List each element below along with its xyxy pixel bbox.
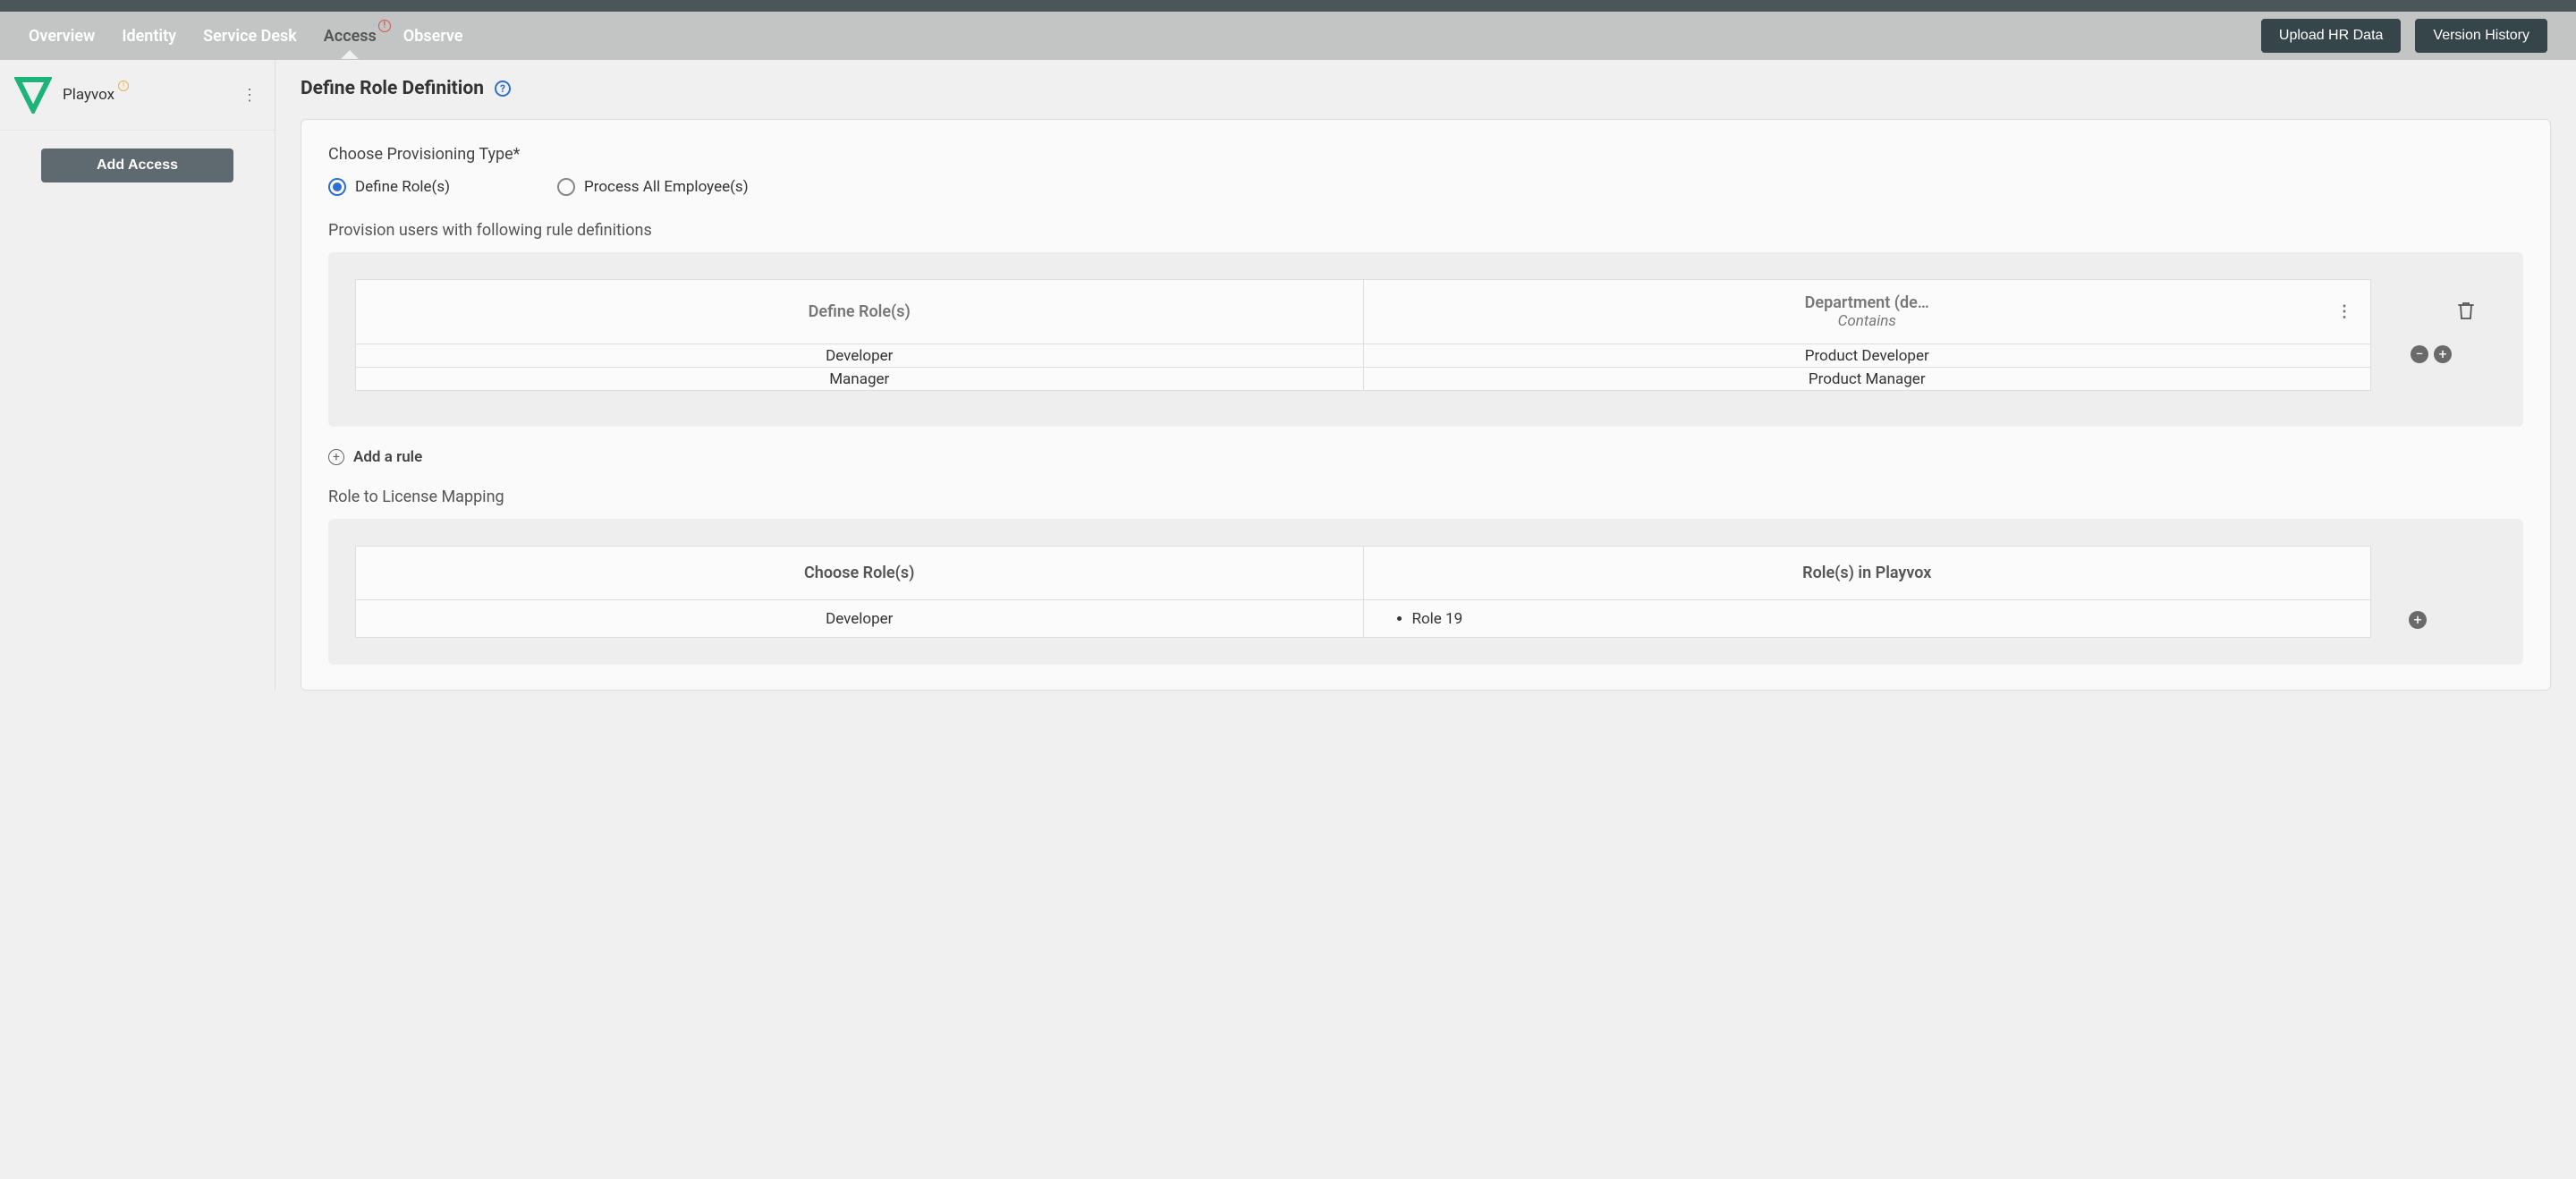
map-choose-cell[interactable]: Developer [356,600,1364,638]
rule-col-department: Department (de… Contains ⋮ [1363,280,2371,344]
mapping-table: Choose Role(s) Role(s) in Playvox Develo… [355,546,2371,638]
main-content: Define Role Definition ? Choose Provisio… [275,60,2576,691]
rules-subheading: Provision users with following rule defi… [328,221,2523,240]
add-access-button[interactable]: Add Access [41,148,233,182]
add-mapping-row-button[interactable]: + [2409,611,2427,629]
radio-define-roles-label: Define Role(s) [355,178,450,196]
map-col-playvox-roles: Role(s) in Playvox [1363,547,2371,600]
rule-role-cell[interactable]: Manager [356,368,1364,391]
version-history-button[interactable]: Version History [2415,19,2547,53]
add-rule-button[interactable]: + Add a rule [328,448,2523,466]
role-definition-panel: Choose Provisioning Type* Define Role(s)… [301,119,2551,691]
rule-dept-cell[interactable]: Product Developer [1363,344,2371,368]
sidebar: Playvox ! ⋮ Add Access [0,60,275,691]
mapping-subheading: Role to License Mapping [328,488,2523,506]
tab-observe[interactable]: Observe [403,14,463,58]
tab-overview[interactable]: Overview [29,14,95,58]
warning-icon: ! [118,81,129,91]
radio-unchecked-icon [557,178,575,196]
page-title: Define Role Definition [301,78,484,99]
table-row: Developer Role 19 [356,600,2371,638]
minus-icon: − [2415,347,2423,361]
table-row: Manager Product Manager [356,368,2371,391]
sidebar-app-name: Playvox [63,86,114,104]
tab-access-label: Access [324,27,377,46]
mapping-block: Choose Role(s) Role(s) in Playvox Develo… [328,519,2523,665]
playvox-role-item: Role 19 [1412,610,2371,628]
sidebar-app-menu-icon[interactable]: ⋮ [239,86,260,105]
playvox-logo-icon [14,76,52,114]
rule-role-cell[interactable]: Developer [356,344,1364,368]
radio-checked-icon [328,178,346,196]
alert-icon: ! [378,20,391,32]
radio-define-roles[interactable]: Define Role(s) [328,178,450,196]
main-navbar: Overview Identity Service Desk Access ! … [0,12,2576,60]
rule-col-define-roles: Define Role(s) [356,280,1364,344]
tab-service-desk[interactable]: Service Desk [203,14,297,58]
table-row: Developer Product Developer [356,344,2371,368]
column-menu-icon[interactable]: ⋮ [2336,302,2352,321]
add-rule-label: Add a rule [353,448,422,466]
radio-process-all-label: Process All Employee(s) [584,178,749,196]
plus-icon: + [2438,347,2446,361]
tab-identity[interactable]: Identity [122,14,176,58]
plus-icon: + [2413,613,2421,627]
remove-row-button[interactable]: − [2411,345,2428,363]
sidebar-app-row[interactable]: Playvox ! ⋮ [0,60,275,131]
tab-access[interactable]: Access ! [324,14,377,58]
delete-rule-button[interactable] [2457,301,2475,324]
window-top-strip [0,0,2576,12]
rule-dept-cell[interactable]: Product Manager [1363,368,2371,391]
upload-hr-data-button[interactable]: Upload HR Data [2261,19,2402,53]
add-row-button[interactable]: + [2434,345,2452,363]
help-icon[interactable]: ? [495,81,511,97]
map-playvox-cell[interactable]: Role 19 [1363,600,2371,638]
provisioning-type-label: Choose Provisioning Type* [328,145,2523,164]
trash-icon [2457,301,2475,320]
map-col-choose-roles: Choose Role(s) [356,547,1364,600]
rule-block: Define Role(s) Department (de… Contains … [328,252,2523,427]
plus-circle-icon: + [328,449,344,465]
radio-process-all[interactable]: Process All Employee(s) [557,178,749,196]
rule-table: Define Role(s) Department (de… Contains … [355,279,2371,391]
